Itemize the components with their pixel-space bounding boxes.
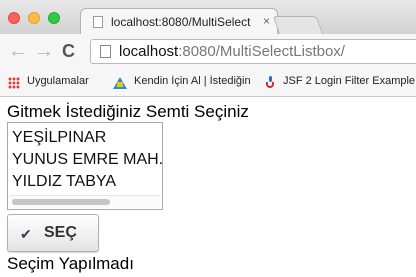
district-listbox[interactable]: YEŞİLPINAR YUNUS EMRE MAH. YILDIZ TABYA (7, 122, 163, 210)
scrollbar-thumb[interactable] (12, 199, 110, 205)
apps-icon (8, 77, 20, 89)
tab-close-icon[interactable]: × (263, 14, 270, 28)
listbox-option-yildiz-tabya[interactable]: YILDIZ TABYA (12, 172, 116, 192)
url-host: localhost (119, 43, 179, 60)
address-bar[interactable]: localhost:8080/MultiSelectListbox/ (90, 39, 416, 64)
select-button[interactable]: ✔ SEÇ (7, 214, 99, 252)
selection-status-text: Seçim Yapılmadı (7, 254, 134, 273)
java-icon (264, 76, 276, 90)
reload-icon[interactable]: C (62, 41, 75, 61)
page-icon (100, 45, 111, 58)
checkmark-icon: ✔ (20, 226, 32, 242)
page-favicon-icon (93, 16, 103, 28)
bookmark-jsf-login[interactable]: JSF 2 Login Filter Example (283, 75, 416, 87)
tab-title: localhost:8080/MultiSelect (111, 15, 251, 29)
url-path: :8080/MultiSelectListbox/ (178, 43, 345, 60)
url-text[interactable]: localhost:8080/MultiSelectListbox/ (119, 43, 345, 60)
zoom-window-button[interactable] (48, 12, 60, 24)
new-tab-button[interactable] (272, 16, 324, 35)
drive-icon (113, 77, 127, 89)
browser-toolbar: ← → C localhost:8080/MultiSelectListbox/ (0, 34, 416, 70)
back-arrow-icon[interactable]: ← (8, 41, 28, 61)
bookmarks-bar: Uygulamalar Kendin İçin Al | İstediğin J… (0, 70, 416, 97)
browser-tab[interactable]: localhost:8080/MultiSelect × (80, 8, 278, 35)
bookmark-kendin-icin-al[interactable]: Kendin İçin Al | İstediğin (134, 75, 256, 87)
minimize-window-button[interactable] (28, 12, 40, 24)
forward-arrow-icon[interactable]: → (34, 41, 54, 61)
page-content: Gitmek İstediğiniz Semti Seçiniz YEŞİLPI… (0, 98, 416, 277)
bookmark-apps[interactable]: Uygulamalar (27, 75, 107, 87)
title-bar: localhost:8080/MultiSelect × (0, 0, 416, 35)
select-button-label: SEÇ (44, 224, 77, 241)
listbox-option-yunus-emre[interactable]: YUNUS EMRE MAH. (12, 150, 162, 170)
browser-chrome: localhost:8080/MultiSelect × ← → C local… (0, 0, 416, 98)
district-prompt-label: Gitmek İstediğiniz Semti Seçiniz (7, 102, 249, 121)
listbox-option-yesilpinar[interactable]: YEŞİLPINAR (12, 128, 106, 148)
listbox-horizontal-scrollbar[interactable] (9, 195, 161, 208)
close-window-button[interactable] (8, 12, 20, 24)
